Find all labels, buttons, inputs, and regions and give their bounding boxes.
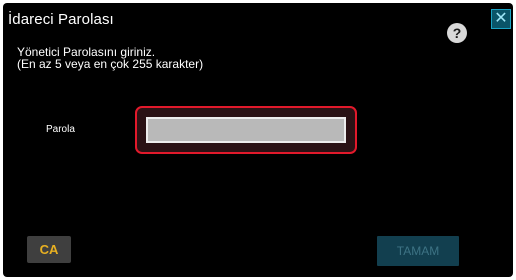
password-field-focus-frame: [135, 106, 357, 154]
ok-button[interactable]: TAMAM: [377, 236, 459, 266]
close-icon[interactable]: ✕: [491, 9, 511, 29]
clear-all-button[interactable]: CA: [27, 236, 71, 263]
dialog-title: İdareci Parolası: [8, 11, 114, 28]
password-label: Parola: [46, 124, 75, 135]
instruction-text: Yönetici Parolasını giriniz. (En az 5 ve…: [17, 46, 203, 70]
password-input[interactable]: [146, 117, 346, 143]
instruction-line-2: (En az 5 veya en çok 255 karakter): [17, 57, 204, 71]
help-icon[interactable]: ?: [447, 23, 467, 43]
password-dialog: İdareci Parolası ? ✕ Yönetici Parolasını…: [3, 3, 513, 277]
